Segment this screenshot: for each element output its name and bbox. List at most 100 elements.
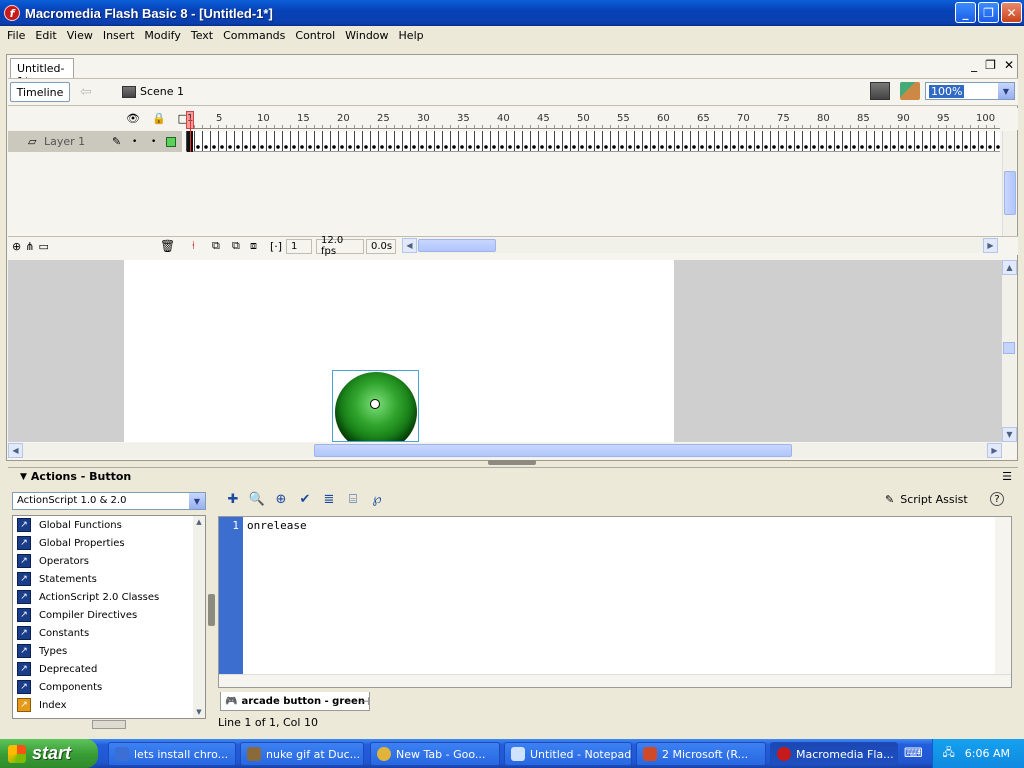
timeline-vertical-scrollbar[interactable] (1002, 131, 1016, 236)
lock-icon[interactable]: 🔒 (152, 112, 166, 125)
insert-folder-icon[interactable]: ▭ (38, 240, 48, 253)
toolbox-item[interactable]: ↗ Index (13, 696, 205, 714)
delete-layer-icon[interactable]: 🗑 (160, 239, 175, 253)
modify-markers-icon[interactable]: [·] (270, 240, 282, 253)
menu-view[interactable]: View (62, 29, 98, 42)
find-icon[interactable]: 🔍 (248, 490, 266, 508)
keyboard-icon[interactable]: ⌨ (904, 746, 923, 761)
menu-modify[interactable]: Modify (139, 29, 185, 42)
panel-options-menu-icon[interactable]: ☰ (1002, 470, 1012, 483)
script-assist-button[interactable]: ✎ Script Assist (885, 493, 968, 506)
code-hint-icon[interactable]: ⌸ (344, 490, 362, 508)
scroll-thumb[interactable] (1003, 342, 1015, 354)
menu-file[interactable]: File (2, 29, 30, 42)
toolbox-item[interactable]: ↗ ActionScript 2.0 Classes (13, 588, 205, 606)
onion-skin-icon[interactable]: ⧉ (212, 239, 220, 253)
scroll-thumb[interactable] (314, 444, 792, 457)
menu-commands[interactable]: Commands (218, 29, 290, 42)
taskbar-item[interactable]: 2 Microsoft (R... (636, 742, 766, 766)
help-icon[interactable]: ? (990, 492, 1004, 506)
toolbox-splitter[interactable] (208, 594, 215, 626)
editor-horizontal-scrollbar[interactable] (219, 674, 1011, 687)
timeline-horizontal-scrollbar[interactable]: ◀ ▶ (402, 238, 998, 253)
scroll-up-icon[interactable]: ▲ (1002, 260, 1017, 275)
toolbox-item[interactable]: ↗ Compiler Directives (13, 606, 205, 624)
lock-dot-icon[interactable]: • (151, 137, 156, 147)
toolbox-resize-handle[interactable] (92, 720, 126, 729)
toolbox-item[interactable]: ↗ Operators (13, 552, 205, 570)
center-frame-icon[interactable]: ⍿ (192, 239, 195, 253)
edit-multiple-frames-icon[interactable]: ⧈ (250, 239, 257, 253)
panel-splitter[interactable] (488, 460, 536, 465)
zoom-select[interactable]: 100% ▼ (925, 82, 1015, 100)
actionscript-version-select[interactable]: ActionScript 1.0 & 2.0 ▼ (12, 492, 206, 510)
taskbar-item[interactable]: nuke gif at Duc... (240, 742, 364, 766)
close-button[interactable]: ✕ (1001, 2, 1022, 23)
stage-horizontal-scrollbar[interactable]: ◀ ▶ (8, 443, 1002, 458)
minimize-button[interactable]: _ (955, 2, 976, 23)
scroll-right-icon[interactable]: ▶ (983, 238, 998, 253)
script-target-tab[interactable]: 🎮 arcade button - green (220, 692, 370, 711)
taskbar-item-active[interactable]: Macromedia Fla... (770, 742, 898, 766)
pin-script-icon[interactable]: ⊣ (360, 695, 370, 708)
scene-breadcrumb[interactable]: Scene 1 (122, 85, 184, 98)
scroll-right-icon[interactable]: ▶ (987, 443, 1002, 458)
debug-options-icon[interactable]: ℘ (368, 490, 386, 508)
visibility-dot-icon[interactable]: • (132, 137, 137, 147)
onion-outline-icon[interactable]: ⧉ (232, 239, 240, 253)
insert-layer-icon[interactable]: ⊕ (12, 240, 21, 253)
outline-color-icon[interactable] (166, 136, 176, 147)
frame-ruler[interactable]: 1 5 10 15 20 25 30 35 40 45 50 55 60 65 … (186, 111, 1000, 129)
toolbox-item[interactable]: ↗ Components (13, 678, 205, 696)
script-editor[interactable]: 1 onrelease (218, 516, 1012, 688)
toolbox-item[interactable]: ↗ Types (13, 642, 205, 660)
toolbox-item[interactable]: ↗ Constants (13, 624, 205, 642)
taskbar-item[interactable]: Untitled - Notepad (504, 742, 632, 766)
clock[interactable]: 6:06 AM (965, 747, 1010, 760)
menu-window[interactable]: Window (340, 29, 393, 42)
add-guide-layer-icon[interactable]: ⋔ (25, 240, 34, 253)
toolbox-scrollbar[interactable]: ▲ ▼ (193, 516, 205, 718)
menu-help[interactable]: Help (394, 29, 429, 42)
edit-scene-icon[interactable] (870, 82, 890, 100)
auto-format-icon[interactable]: ≣ (320, 490, 338, 508)
taskbar-item[interactable]: New Tab - Goo... (370, 742, 500, 766)
doc-minimize-icon[interactable]: _ (971, 58, 977, 72)
network-icon[interactable]: 🖧 (943, 744, 955, 763)
scroll-thumb[interactable] (418, 239, 496, 252)
check-syntax-icon[interactable]: ✔ (296, 490, 314, 508)
back-arrow-icon[interactable]: ⇦ (80, 84, 92, 100)
layer-row[interactable]: ▱ Layer 1 ✎ • • (8, 131, 182, 152)
menu-control[interactable]: Control (290, 29, 340, 42)
taskbar-item[interactable]: lets install chro... (108, 742, 236, 766)
maximize-button[interactable]: ❐ (978, 2, 999, 23)
doc-close-icon[interactable]: ✕ (1004, 58, 1014, 72)
toolbox-item[interactable]: ↗ Statements (13, 570, 205, 588)
toolbox-item[interactable]: ↗ Deprecated (13, 660, 205, 678)
arcade-button-symbol[interactable] (332, 370, 419, 442)
flash-app-icon[interactable]: f (4, 5, 20, 21)
collapse-triangle-icon[interactable]: ▼ (20, 472, 27, 482)
scroll-left-icon[interactable]: ◀ (8, 443, 23, 458)
stage-vertical-scrollbar[interactable]: ▲ ▼ (1002, 260, 1017, 442)
scroll-left-icon[interactable]: ◀ (402, 238, 417, 253)
start-button[interactable]: start (0, 739, 98, 768)
doc-restore-icon[interactable]: ❐ (985, 58, 996, 72)
chevron-down-icon[interactable]: ▼ (998, 83, 1014, 99)
eye-icon[interactable]: 👁 (126, 112, 140, 125)
edit-symbols-icon[interactable] (900, 82, 920, 100)
chevron-down-icon[interactable]: ▼ (189, 493, 205, 509)
toolbox-item[interactable]: ↗ Global Functions (13, 516, 205, 534)
menu-text[interactable]: Text (186, 29, 218, 42)
scroll-up-icon[interactable]: ▲ (193, 516, 205, 528)
menu-insert[interactable]: Insert (98, 29, 140, 42)
add-statement-icon[interactable]: ✚ (224, 490, 242, 508)
scroll-down-icon[interactable]: ▼ (193, 706, 205, 718)
scroll-thumb[interactable] (1004, 171, 1016, 215)
insert-target-path-icon[interactable]: ⊕ (272, 490, 290, 508)
editor-vertical-scrollbar[interactable] (995, 517, 1011, 675)
scroll-down-icon[interactable]: ▼ (1002, 427, 1017, 442)
timeline-toggle-button[interactable]: Timeline (10, 82, 70, 102)
menu-edit[interactable]: Edit (30, 29, 61, 42)
frame-cells[interactable] (186, 131, 1000, 152)
